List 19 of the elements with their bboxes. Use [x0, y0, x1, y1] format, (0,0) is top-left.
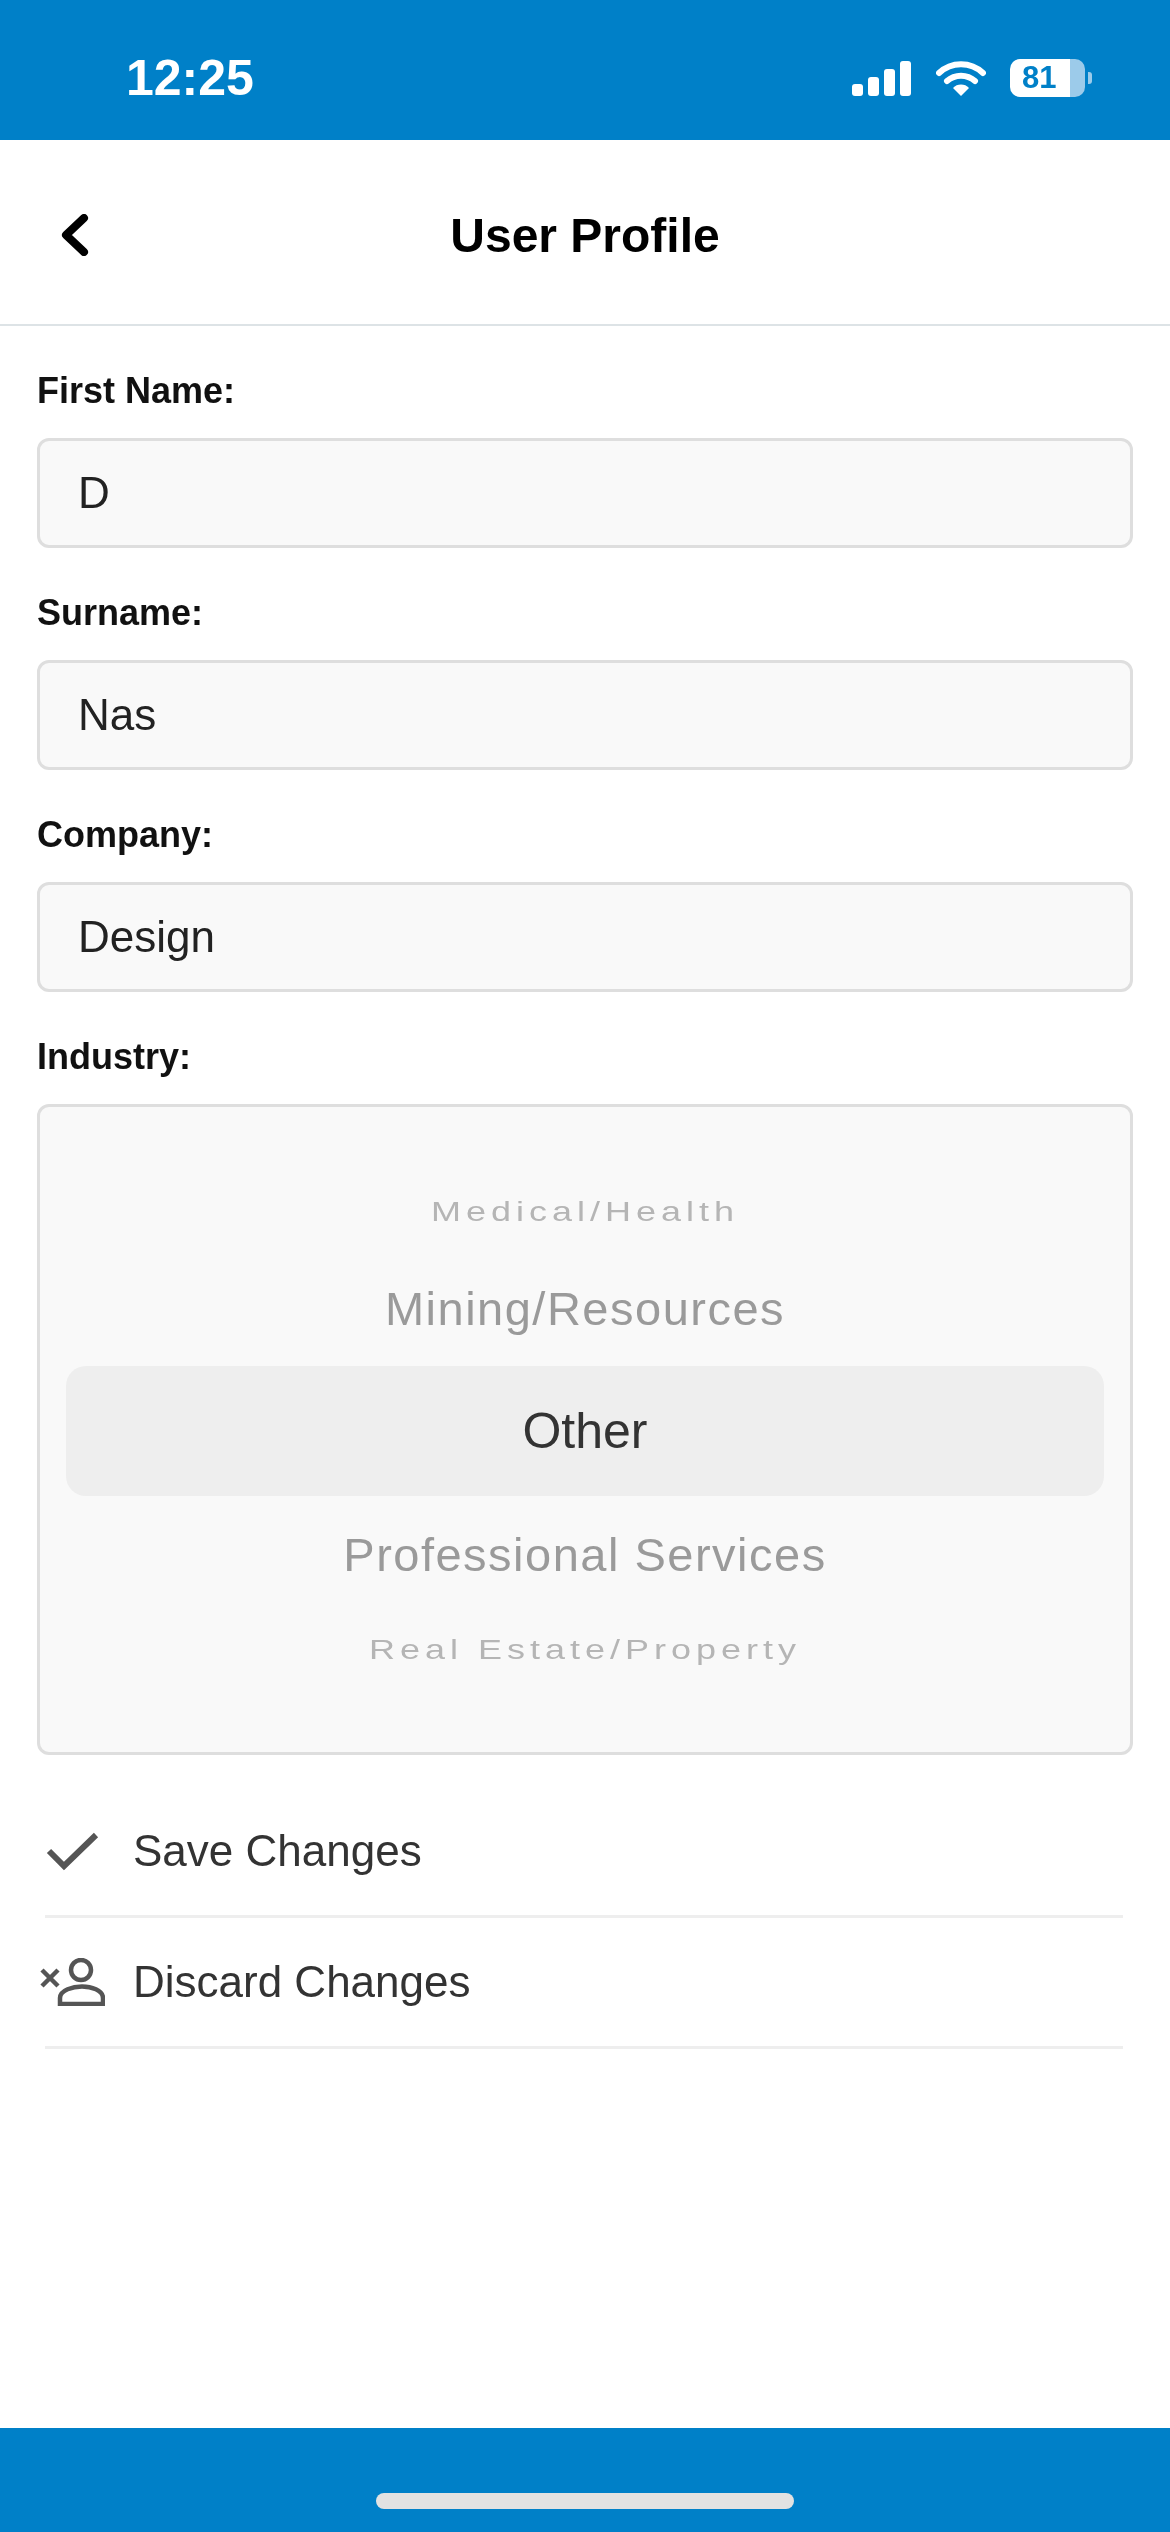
field-label: Surname:: [37, 593, 205, 633]
field-label: Company:: [37, 815, 214, 855]
field-label: First Name:: [37, 371, 237, 411]
discard-changes-button[interactable]: Discard Changes: [40, 1918, 1130, 2049]
text-field[interactable]: D: [37, 438, 1133, 548]
page-title: User Profile: [450, 207, 720, 263]
text-field[interactable]: Nas: [37, 660, 1133, 770]
wifi-icon: [936, 60, 986, 96]
back-icon: [60, 214, 89, 256]
check-icon: [46, 1831, 99, 1871]
save-changes-button[interactable]: Save Changes: [40, 1787, 1130, 1918]
status-time: 12:25: [126, 53, 254, 103]
picker-option[interactable]: Other: [66, 1366, 1104, 1496]
battery-indicator: 81: [1010, 59, 1092, 97]
text-field[interactable]: Design: [37, 882, 1133, 992]
industry-picker[interactable]: Medical/Health Mining/Resources Other Professional Services Real Estate/Property: [37, 1104, 1133, 1755]
remove-person-icon: [40, 1958, 105, 2006]
signal-icon: [852, 60, 912, 96]
field-label: Industry:: [37, 1037, 192, 1077]
